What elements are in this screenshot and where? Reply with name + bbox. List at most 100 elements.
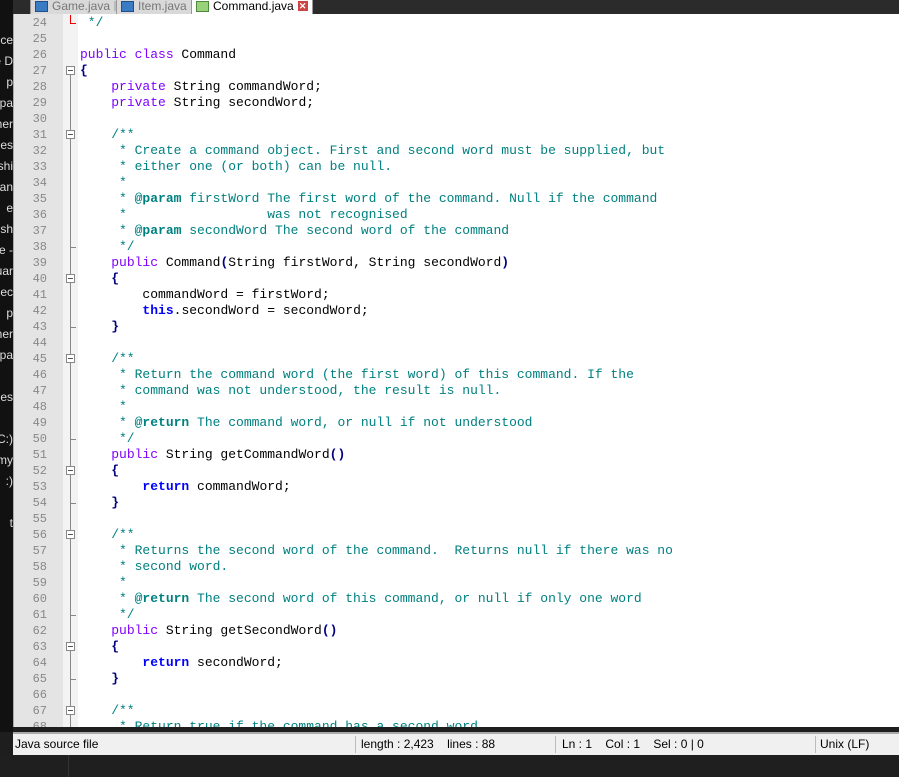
code-line[interactable]: 64 return secondWord;	[14, 655, 899, 671]
code-line[interactable]: 58 * second word.	[14, 559, 899, 575]
side-panel-item[interactable]: p	[6, 75, 13, 89]
code-line[interactable]: 56 /**	[14, 527, 899, 543]
side-panel-item[interactable]: ec	[0, 285, 13, 299]
code-line[interactable]: 28 private String commandWord;	[14, 79, 899, 95]
side-panel-item[interactable]: cce	[0, 33, 13, 47]
code-line[interactable]: 63 {	[14, 639, 899, 655]
code-line[interactable]: 27 {	[14, 63, 899, 79]
code-line[interactable]: 43 }	[14, 319, 899, 335]
code-line[interactable]: 65 }	[14, 671, 899, 687]
code-line[interactable]: 38 */	[14, 239, 899, 255]
side-panel-item[interactable]: sh	[0, 222, 13, 236]
code-line[interactable]: 50 */	[14, 431, 899, 447]
side-panel-item[interactable]: ner	[0, 327, 13, 341]
keyword: private	[111, 95, 174, 110]
code-text: * either one (or both) can be null.	[80, 159, 392, 175]
code-line[interactable]: 36 * was not recognised	[14, 207, 899, 223]
code-line[interactable]: 29 private String secondWord;	[14, 95, 899, 111]
line-number: 50	[32, 432, 47, 446]
side-panel-item[interactable]: uar	[0, 264, 13, 278]
code-line[interactable]: 25	[14, 31, 899, 47]
code-line[interactable]: 49 * @return The command word, or null i…	[14, 415, 899, 431]
code-line[interactable]: 31 /**	[14, 127, 899, 143]
side-panel-item[interactable]: es	[0, 138, 13, 152]
code-line[interactable]: 24 */	[14, 15, 899, 31]
code-line[interactable]: 48 *	[14, 399, 899, 415]
tab-command-java[interactable]: Command.java ✕	[191, 0, 313, 14]
side-panel-item[interactable]: es	[0, 390, 13, 404]
comment: * Returns the second word of the command…	[80, 543, 673, 558]
side-panel-item[interactable]: pa	[0, 96, 13, 110]
side-panel-item[interactable]: shi	[0, 159, 13, 173]
fold-toggle-icon[interactable]	[64, 703, 77, 719]
side-panel-item[interactable]: e D	[0, 54, 13, 68]
code-line[interactable]: 45 /**	[14, 351, 899, 367]
code-line[interactable]: 62 public String getSecondWord()	[14, 623, 899, 639]
fold-toggle-icon[interactable]	[64, 271, 77, 287]
code-line[interactable]: 57 * Returns the second word of the comm…	[14, 543, 899, 559]
code-line[interactable]: 60 * @return The second word of this com…	[14, 591, 899, 607]
fold-line	[64, 607, 77, 623]
side-panel-item[interactable]: C:)	[0, 432, 13, 446]
code-line[interactable]: 26 public class Command	[14, 47, 899, 63]
side-panel-item[interactable]: ner	[0, 117, 13, 131]
side-panel-item[interactable]: e	[6, 201, 13, 215]
code-line[interactable]: 44	[14, 335, 899, 351]
fold-toggle-icon[interactable]	[64, 527, 77, 543]
code-line[interactable]: 35 * @param firstWord The first word of …	[14, 191, 899, 207]
side-panel-item[interactable]: pa	[0, 348, 13, 362]
side-panel-item[interactable]: an	[0, 180, 13, 194]
side-panel-item[interactable]: :)	[6, 474, 13, 488]
side-panel-item[interactable]: my	[0, 453, 13, 467]
code-token: secondWord;	[197, 655, 283, 670]
line-number: 64	[32, 656, 47, 670]
comment: */	[80, 431, 135, 446]
comment: * either one (or both) can be null.	[80, 159, 393, 174]
keyword-bold: return	[142, 655, 198, 670]
code-line[interactable]: 39 public Command(String firstWord, Stri…	[14, 255, 899, 271]
code-line[interactable]: 47 * command was not understood, the res…	[14, 383, 899, 399]
operator: {	[80, 63, 88, 78]
code-line[interactable]: 33 * either one (or both) can be null.	[14, 159, 899, 175]
code-line[interactable]: 30	[14, 111, 899, 127]
code-line[interactable]: 54 }	[14, 495, 899, 511]
keyword-bold: this	[142, 303, 174, 318]
code-line[interactable]: 34 *	[14, 175, 899, 191]
fold-toggle-icon[interactable]	[64, 63, 77, 79]
code-line[interactable]: 67 /**	[14, 703, 899, 719]
code-text: }	[80, 671, 119, 687]
line-number: 24	[32, 16, 47, 30]
side-panel-item[interactable]: p	[6, 306, 13, 320]
code-line[interactable]: 32 * Create a command object. First and …	[14, 143, 899, 159]
code-line[interactable]: 51 public String getCommandWord()	[14, 447, 899, 463]
code-line[interactable]: 61 */	[14, 607, 899, 623]
code-text: /**	[80, 351, 134, 367]
code-line[interactable]: 68 * Return true if the command has a se…	[14, 719, 899, 727]
code-editor[interactable]: 24 */25 26 public class Command 27{28 priva…	[13, 14, 899, 727]
fold-toggle-icon[interactable]	[64, 463, 77, 479]
fold-toggle-icon[interactable]	[64, 639, 77, 655]
code-line[interactable]: 55	[14, 511, 899, 527]
status-eol-format[interactable]: Unix (LF)	[820, 734, 869, 754]
code-line[interactable]: 59 *	[14, 575, 899, 591]
code-line[interactable]: 46 * Return the command word (the first …	[14, 367, 899, 383]
code-token: String secondWord;	[173, 95, 315, 110]
close-tab-icon[interactable]: ✕	[297, 1, 308, 11]
code-text: * command was not understood, the result…	[80, 383, 501, 399]
side-panel-item[interactable]: e -	[0, 243, 13, 257]
comment: secondWord The second word of the comman…	[181, 223, 510, 238]
code-token: .secondWord = secondWord;	[173, 303, 369, 318]
code-line[interactable]: 41 commandWord = firstWord;	[14, 287, 899, 303]
tab-game-java[interactable]: Game.java ✕	[30, 0, 130, 14]
code-line[interactable]: 53 return commandWord;	[14, 479, 899, 495]
comment: *	[80, 191, 135, 206]
code-line[interactable]: 40 {	[14, 271, 899, 287]
fold-toggle-icon[interactable]	[64, 351, 77, 367]
tab-label: Game.java	[52, 0, 111, 13]
code-line[interactable]: 37 * @param secondWord The second word o…	[14, 223, 899, 239]
code-line[interactable]: 42 this.secondWord = secondWord;	[14, 303, 899, 319]
code-line[interactable]: 52 {	[14, 463, 899, 479]
fold-toggle-icon[interactable]	[64, 127, 77, 143]
code-line[interactable]: 66	[14, 687, 899, 703]
